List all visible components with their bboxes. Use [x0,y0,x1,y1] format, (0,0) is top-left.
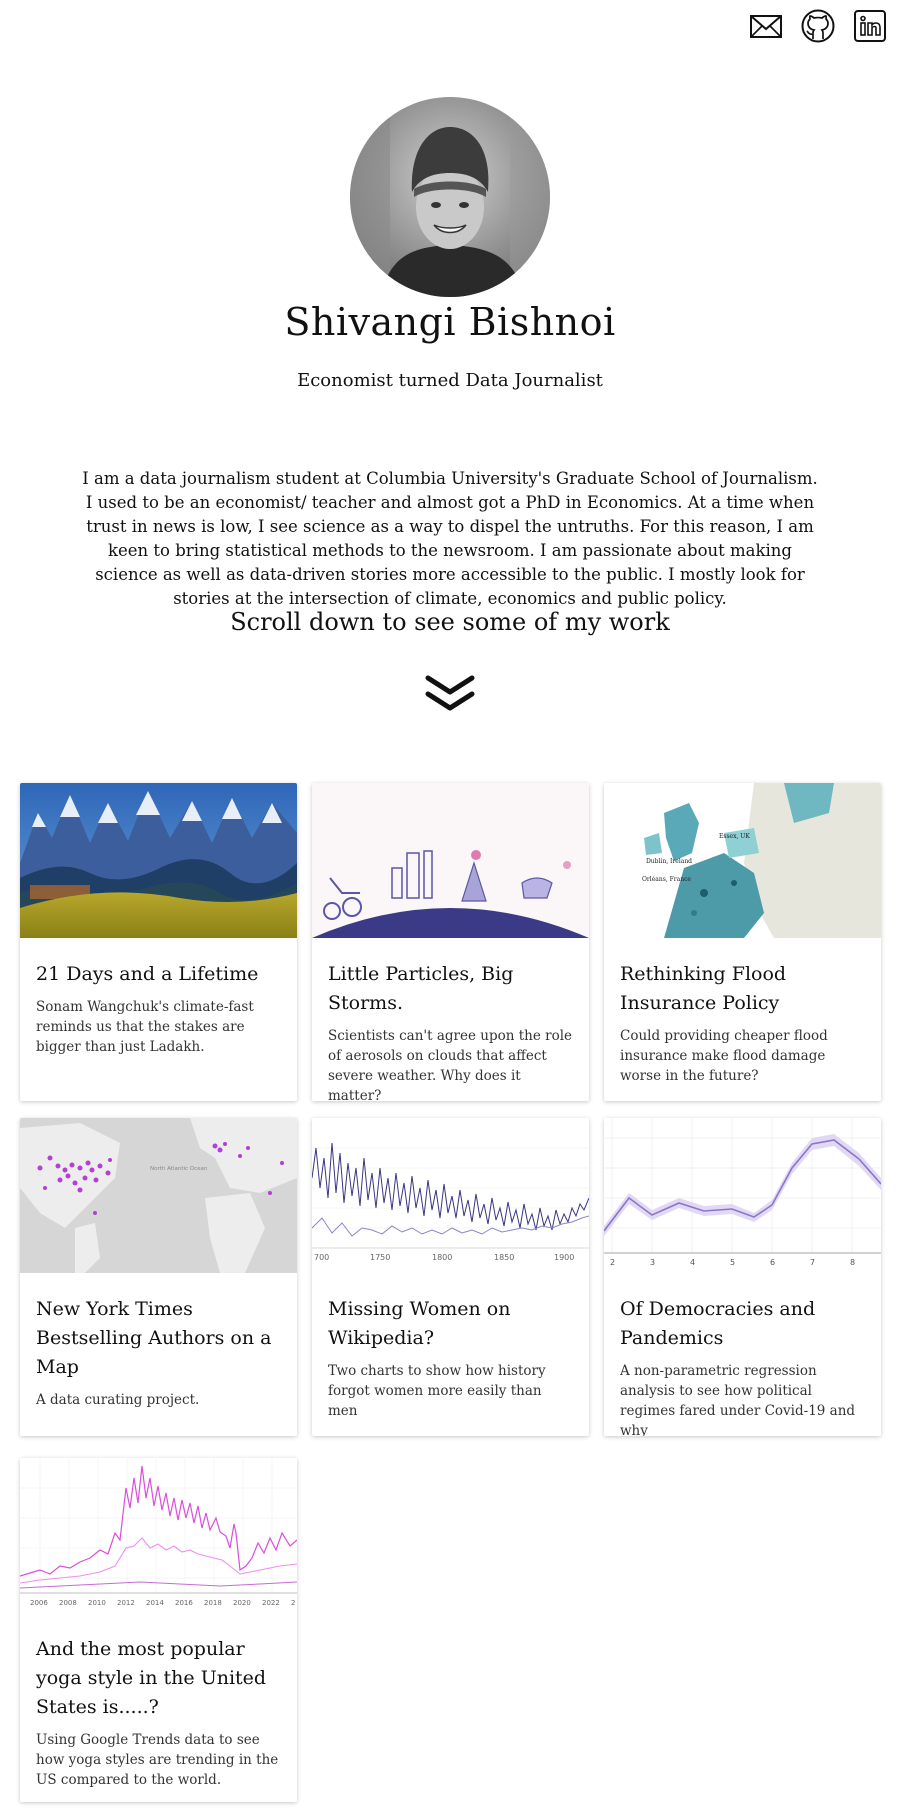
axis-tick: 7 [810,1258,815,1267]
project-title[interactable]: New York Times Bestselling Authors on a … [36,1295,281,1382]
axis-tick: 2006 [30,1599,48,1607]
axis-tick: 2022 [262,1599,280,1607]
project-description: Two charts to show how history forgot wo… [328,1363,546,1419]
profile-bio: I am a data journalism student at Columb… [82,469,818,608]
mountain-landscape-image [20,783,297,938]
linkedin-link[interactable] [852,8,888,44]
profile-name: Shivangi Bishnoi [284,300,616,344]
map-label: Dublin, Ireland [646,858,692,865]
axis-tick: 2016 [175,1599,193,1607]
axis-tick: 2020 [233,1599,251,1607]
axis-tick: 3 [650,1258,655,1267]
axis-tick: 700 [314,1253,329,1262]
project-description: A non-parametric regression analysis to … [620,1363,856,1436]
axis-tick: 1900 [554,1253,574,1262]
axis-tick: 8 [850,1258,855,1267]
axis-tick: 1750 [370,1253,390,1262]
project-card[interactable]: Essex, UK Dublin, Ireland Orléans, Franc… [604,783,881,1101]
project-title[interactable]: Of Democracies and Pandemics [620,1295,865,1353]
yoga-trends-chart-image: 2006 2008 2010 2012 2014 2016 2018 2020 … [20,1458,297,1613]
axis-tick: 2 [291,1599,295,1607]
project-card[interactable]: North Atlantic Ocean New York Times Best… [20,1118,297,1436]
linkedin-icon [854,10,886,42]
project-card[interactable]: 21 Days and a Lifetime Sonam Wangchuk's … [20,783,297,1101]
project-title[interactable]: 21 Days and a Lifetime [36,960,281,989]
world-map-image: North Atlantic Ocean [20,1118,297,1273]
project-title[interactable]: Rethinking Flood Insurance Policy [620,960,865,1018]
email-icon [750,15,782,38]
regression-chart-image: 2 3 4 5 6 7 8 [604,1118,881,1273]
project-title[interactable]: And the most popular yoga style in the U… [36,1635,281,1722]
axis-tick: 2014 [146,1599,164,1607]
axis-tick: 1800 [432,1253,452,1262]
social-links [748,8,888,44]
profile-avatar [350,97,550,297]
europe-flood-map-image: Essex, UK Dublin, Ireland Orléans, Franc… [604,783,881,938]
axis-tick: 5 [730,1258,735,1267]
wikipedia-line-chart-image: 700 1750 1800 1850 1900 [312,1118,589,1273]
axis-tick: 2 [610,1258,615,1267]
planet-illustration-image [312,783,589,938]
profile-tagline: Economist turned Data Journalist [297,370,603,391]
project-card[interactable]: Little Particles, Big Storms. Scientists… [312,783,589,1101]
project-description: Sonam Wangchuk's climate-fast reminds us… [36,999,254,1055]
axis-tick: 6 [770,1258,775,1267]
github-icon [801,9,835,43]
axis-tick: 4 [690,1258,695,1267]
chevron-down-icon[interactable] [424,672,476,716]
map-label: North Atlantic Ocean [150,1166,208,1172]
project-description: Using Google Trends data to see how yoga… [36,1732,279,1788]
scroll-prompt: Scroll down to see some of my work [230,608,670,636]
project-description: Could providing cheaper flood insurance … [620,1028,828,1084]
project-description: Scientists can't agree upon the role of … [328,1028,573,1101]
map-label: Orléans, France [642,876,691,883]
axis-tick: 2018 [204,1599,222,1607]
project-description: A data curating project. [36,1392,200,1408]
map-label: Essex, UK [719,833,750,840]
axis-tick: 2012 [117,1599,135,1607]
axis-tick: 2008 [59,1599,77,1607]
project-title[interactable]: Little Particles, Big Storms. [328,960,573,1018]
project-title[interactable]: Missing Women on Wikipedia? [328,1295,573,1353]
project-card[interactable]: 700 1750 1800 1850 1900 Missing Women on… [312,1118,589,1436]
axis-tick: 2010 [88,1599,106,1607]
github-link[interactable] [800,8,836,44]
project-card[interactable]: 2 3 4 5 6 7 8 Of Democracies and Pandemi… [604,1118,881,1436]
project-card[interactable]: 2006 2008 2010 2012 2014 2016 2018 2020 … [20,1458,297,1802]
email-link[interactable] [748,8,784,44]
axis-tick: 1850 [494,1253,514,1262]
